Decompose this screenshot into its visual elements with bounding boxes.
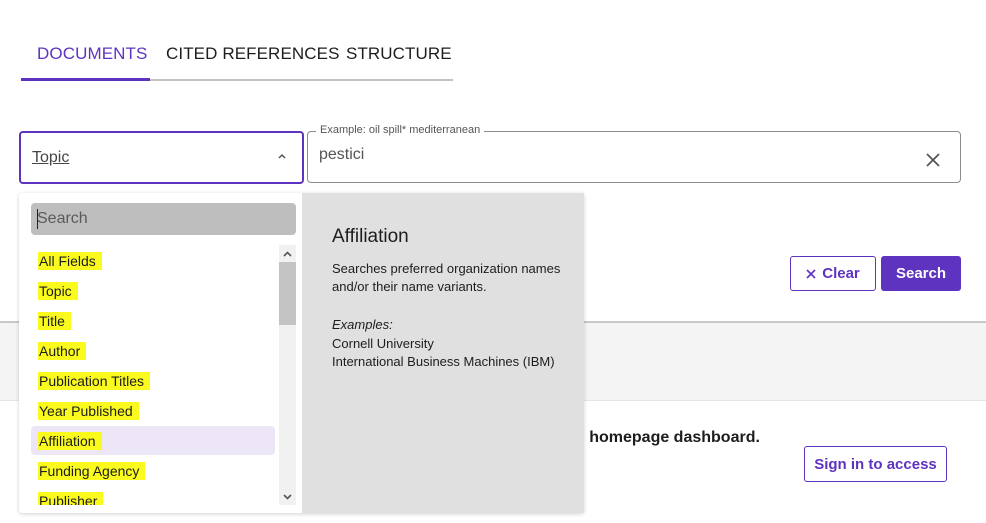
query-field: Example: oil spill* mediterranean — [307, 124, 961, 183]
search-field-select[interactable]: Topic — [19, 131, 304, 184]
chevron-down-icon — [283, 493, 292, 500]
field-help-panel: Affiliation Searches preferred organizat… — [302, 193, 584, 513]
scroll-down-button[interactable] — [279, 488, 296, 505]
chevron-up-icon — [283, 250, 292, 257]
option-topic[interactable]: Topic — [31, 276, 275, 305]
dropdown-search-input[interactable] — [31, 203, 296, 235]
dropdown-scrollbar[interactable] — [279, 245, 296, 505]
help-example: Cornell University — [332, 336, 434, 351]
chevron-up-icon — [278, 153, 286, 159]
option-publisher[interactable]: Publisher — [31, 486, 275, 505]
help-title: Affiliation — [332, 226, 409, 247]
option-publication-titles[interactable]: Publication Titles — [31, 366, 275, 395]
help-examples-label: Examples: — [332, 317, 393, 332]
option-all-fields[interactable]: All Fields — [31, 246, 275, 275]
text-cursor — [37, 209, 38, 229]
query-input[interactable] — [319, 146, 899, 164]
option-year-published[interactable]: Year Published — [31, 396, 275, 425]
clear-button-label: Clear — [822, 265, 860, 282]
scroll-up-button[interactable] — [279, 245, 296, 262]
search-field-dropdown: All Fields Topic Title Author Publicatio… — [19, 193, 584, 513]
query-legend: Example: oil spill* mediterranean — [316, 124, 485, 136]
help-description: Searches preferred organization names an… — [332, 261, 561, 294]
help-examples: Cornell University International Busines… — [332, 335, 562, 371]
dashboard-message: d homepage dashboard. — [575, 429, 760, 446]
option-author[interactable]: Author — [31, 336, 275, 365]
field-options-list: All Fields Topic Title Author Publicatio… — [19, 245, 277, 505]
option-affiliation[interactable]: Affiliation — [31, 426, 275, 455]
clear-button[interactable]: Clear — [790, 256, 876, 291]
scrollbar-thumb[interactable] — [279, 262, 296, 325]
search-button[interactable]: Search — [881, 256, 961, 291]
active-tab-indicator — [21, 78, 150, 81]
option-title[interactable]: Title — [31, 306, 275, 335]
search-tabs: DOCUMENTS CITED REFERENCES STRUCTURE — [21, 36, 453, 81]
tab-documents[interactable]: DOCUMENTS — [37, 44, 147, 64]
sign-in-button[interactable]: Sign in to access — [804, 446, 947, 482]
search-field-value: Topic — [32, 149, 70, 166]
option-funding-agency[interactable]: Funding Agency — [31, 456, 275, 485]
tab-cited-references[interactable]: CITED REFERENCES — [166, 44, 340, 64]
close-icon — [806, 268, 816, 279]
tab-structure[interactable]: STRUCTURE — [346, 44, 452, 64]
help-example: International Business Machines (IBM) — [332, 354, 555, 369]
close-icon[interactable] — [926, 153, 940, 167]
